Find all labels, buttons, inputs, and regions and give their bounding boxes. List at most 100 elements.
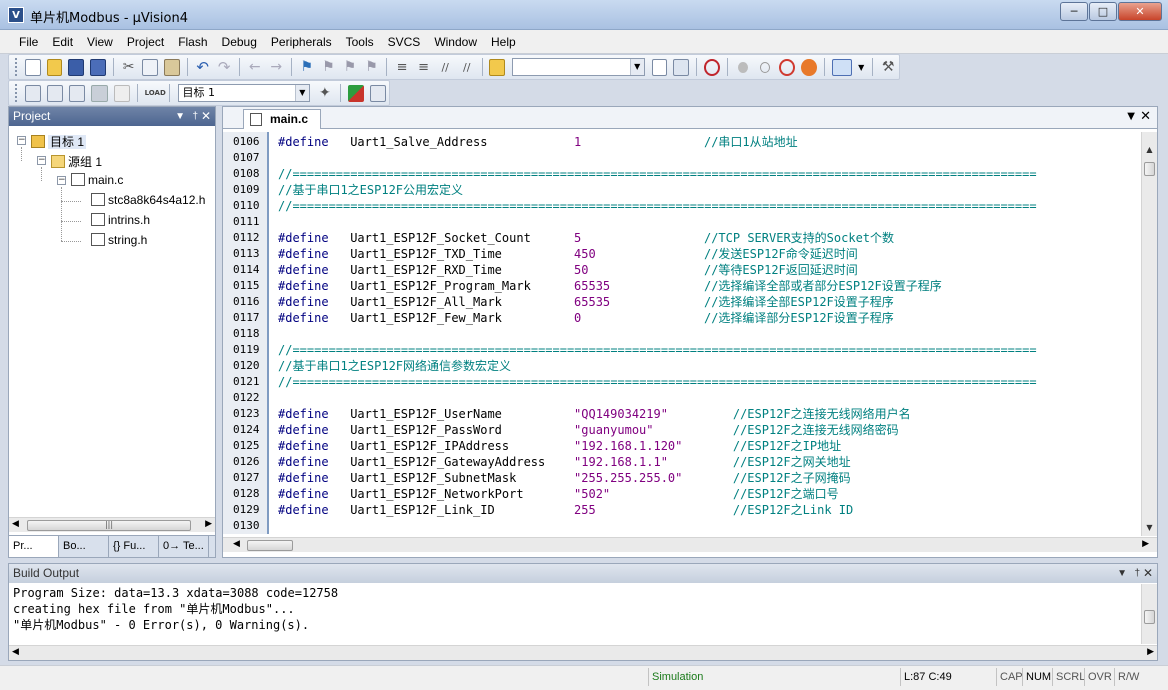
- code-line[interactable]: 0116 #define Uart1_ESP12F_All_Mark 65535 //选…: [223, 294, 1141, 310]
- code-line[interactable]: 0127 #define Uart1_ESP12F_SubnetMask "255.2…: [223, 470, 1141, 486]
- undo-icon[interactable]: ↶: [195, 58, 211, 76]
- tab-books[interactable]: Bo...: [59, 536, 109, 557]
- code-line[interactable]: 0125 #define Uart1_ESP12F_IPAddress "192.16…: [223, 438, 1141, 454]
- code-line[interactable]: 0129 #define Uart1_ESP12F_Link_ID 255 //ESP1…: [223, 502, 1141, 518]
- menu-flash[interactable]: Flash: [171, 35, 214, 49]
- scroll-thumb[interactable]: [1144, 610, 1155, 624]
- minimize-button[interactable]: ─: [1060, 2, 1088, 21]
- code-line[interactable]: 0110 //==================================…: [223, 198, 1141, 214]
- paste-icon[interactable]: [164, 58, 180, 76]
- kill-breakpoints-icon[interactable]: [801, 58, 817, 76]
- manage-components-icon[interactable]: [347, 84, 364, 102]
- tab-templates[interactable]: 0→ Te...: [159, 536, 209, 557]
- start-debug-icon[interactable]: [704, 58, 721, 76]
- translate-icon[interactable]: [24, 84, 42, 102]
- navigate-back-icon[interactable]: ←: [247, 59, 263, 76]
- scroll-left-icon[interactable]: ◀: [12, 647, 19, 657]
- chevron-down-icon[interactable]: ▼: [1127, 111, 1135, 122]
- chevron-down-icon[interactable]: ▼: [1117, 564, 1127, 583]
- navigate-forward-icon[interactable]: →: [269, 59, 285, 76]
- menu-project[interactable]: Project: [120, 35, 171, 49]
- code-line[interactable]: 0106 #define Uart1_Salve_Address 1 //串口1从站地址: [223, 134, 1141, 150]
- open-folder-icon[interactable]: [46, 58, 63, 76]
- scroll-down-icon[interactable]: ▼: [1142, 520, 1157, 535]
- window-layout-icon[interactable]: [831, 58, 853, 76]
- scroll-thumb[interactable]: [1144, 162, 1155, 176]
- menu-file[interactable]: File: [12, 35, 45, 49]
- rebuild-icon[interactable]: [69, 84, 86, 102]
- tree-include-file[interactable]: intrins.h: [91, 213, 150, 227]
- disable-breakpoints-icon[interactable]: [779, 58, 796, 76]
- menu-edit[interactable]: Edit: [45, 35, 80, 49]
- build-vertical-scrollbar[interactable]: [1141, 584, 1157, 644]
- uncomment-icon[interactable]: //: [459, 59, 475, 76]
- menu-view[interactable]: View: [80, 35, 120, 49]
- code-line[interactable]: 0118: [223, 326, 1141, 342]
- save-all-icon[interactable]: [90, 58, 106, 76]
- copy-icon[interactable]: [142, 58, 159, 76]
- code-line[interactable]: 0109 //基于串口1之ESP12F公用宏定义: [223, 182, 1141, 198]
- collapse-group-toggle[interactable]: −: [37, 156, 46, 165]
- indent-icon[interactable]: ≡: [394, 59, 410, 76]
- cut-icon[interactable]: ✂: [121, 59, 137, 76]
- tree-target[interactable]: 目标 1: [31, 133, 87, 150]
- configure-icon[interactable]: ⚒: [880, 59, 896, 76]
- code-line[interactable]: 0112 #define Uart1_ESP12F_Socket_Count 5 //T…: [223, 230, 1141, 246]
- build-icon[interactable]: [47, 84, 64, 102]
- close-icon[interactable]: ✕: [1143, 564, 1153, 583]
- close-icon[interactable]: ✕: [201, 107, 211, 126]
- menu-window[interactable]: Window: [427, 35, 484, 49]
- menu-peripherals[interactable]: Peripherals: [264, 35, 339, 49]
- toolbar-grip[interactable]: [15, 58, 18, 76]
- tree-file-main-c[interactable]: main.c: [71, 173, 123, 187]
- select-packs-icon[interactable]: [369, 84, 386, 102]
- editor-horizontal-scrollbar[interactable]: ◀ ▶: [223, 537, 1157, 552]
- menu-debug[interactable]: Debug: [215, 35, 264, 49]
- target-select[interactable]: 目标 1 ▼: [177, 84, 310, 102]
- tab-project[interactable]: Pr...: [9, 536, 59, 557]
- menu-svcs[interactable]: SVCS: [381, 35, 428, 49]
- code-line[interactable]: 0123 #define Uart1_ESP12F_UserName "QQ14903…: [223, 406, 1141, 422]
- target-options-icon[interactable]: ✦: [317, 85, 333, 102]
- editor-tab-main-c[interactable]: main.c: [243, 109, 321, 129]
- find-in-files-icon[interactable]: [489, 58, 506, 76]
- project-horizontal-scrollbar[interactable]: ◀ ||| ▶: [9, 517, 215, 532]
- maximize-button[interactable]: □: [1089, 2, 1117, 21]
- chevron-down-icon[interactable]: ▼: [629, 59, 644, 75]
- find-combo[interactable]: ▼: [512, 58, 645, 76]
- unindent-icon[interactable]: ≡: [416, 59, 432, 76]
- download-icon[interactable]: LOAD: [145, 85, 166, 102]
- pin-icon[interactable]: †: [192, 107, 198, 126]
- code-line[interactable]: 0111: [223, 214, 1141, 230]
- tree-group[interactable]: 源组 1: [51, 153, 102, 170]
- enable-breakpoint-icon[interactable]: [760, 61, 771, 73]
- code-line[interactable]: 0124 #define Uart1_ESP12F_PassWord "guanyum…: [223, 422, 1141, 438]
- tab-functions[interactable]: {} Fu...: [109, 536, 159, 557]
- next-bookmark-icon[interactable]: ⚑: [342, 59, 358, 76]
- code-line[interactable]: 0122: [223, 390, 1141, 406]
- bookmark-icon[interactable]: ⚑: [299, 59, 315, 76]
- new-file-icon[interactable]: [24, 58, 41, 76]
- menu-tools[interactable]: Tools: [339, 35, 381, 49]
- collapse-target-toggle[interactable]: −: [17, 136, 26, 145]
- incremental-find-icon[interactable]: [673, 58, 690, 76]
- code-line[interactable]: 0117 #define Uart1_ESP12F_Few_Mark 0 //选择编译部…: [223, 310, 1141, 326]
- code-line[interactable]: 0114 #define Uart1_ESP12F_RXD_Time 50 //等待ES…: [223, 262, 1141, 278]
- scroll-right-icon[interactable]: ▶: [1147, 647, 1154, 657]
- scroll-up-icon[interactable]: ▲: [1142, 142, 1157, 157]
- code-line[interactable]: 0115 #define Uart1_ESP12F_Program_Mark 6553…: [223, 278, 1141, 294]
- scroll-right-icon[interactable]: ▶: [205, 519, 212, 529]
- toolbar-grip[interactable]: [15, 84, 18, 102]
- batch-build-icon[interactable]: [91, 84, 108, 102]
- scroll-right-icon[interactable]: ▶: [1142, 539, 1149, 549]
- code-line[interactable]: 0113 #define Uart1_ESP12F_TXD_Time 450 //发送E…: [223, 246, 1141, 262]
- insert-breakpoint-icon[interactable]: [738, 61, 749, 73]
- scroll-left-icon[interactable]: ◀: [233, 539, 240, 549]
- build-horizontal-scrollbar[interactable]: ◀ ▶: [9, 645, 1157, 660]
- redo-icon[interactable]: ↷: [216, 58, 232, 76]
- editor-vertical-scrollbar[interactable]: ▲ ▼: [1141, 132, 1157, 536]
- code-line[interactable]: 0130: [223, 518, 1141, 534]
- stop-build-icon[interactable]: [113, 84, 130, 102]
- code-line[interactable]: 0128 #define Uart1_ESP12F_NetworkPort "502"…: [223, 486, 1141, 502]
- code-line[interactable]: 0126 #define Uart1_ESP12F_GatewayAddress "1…: [223, 454, 1141, 470]
